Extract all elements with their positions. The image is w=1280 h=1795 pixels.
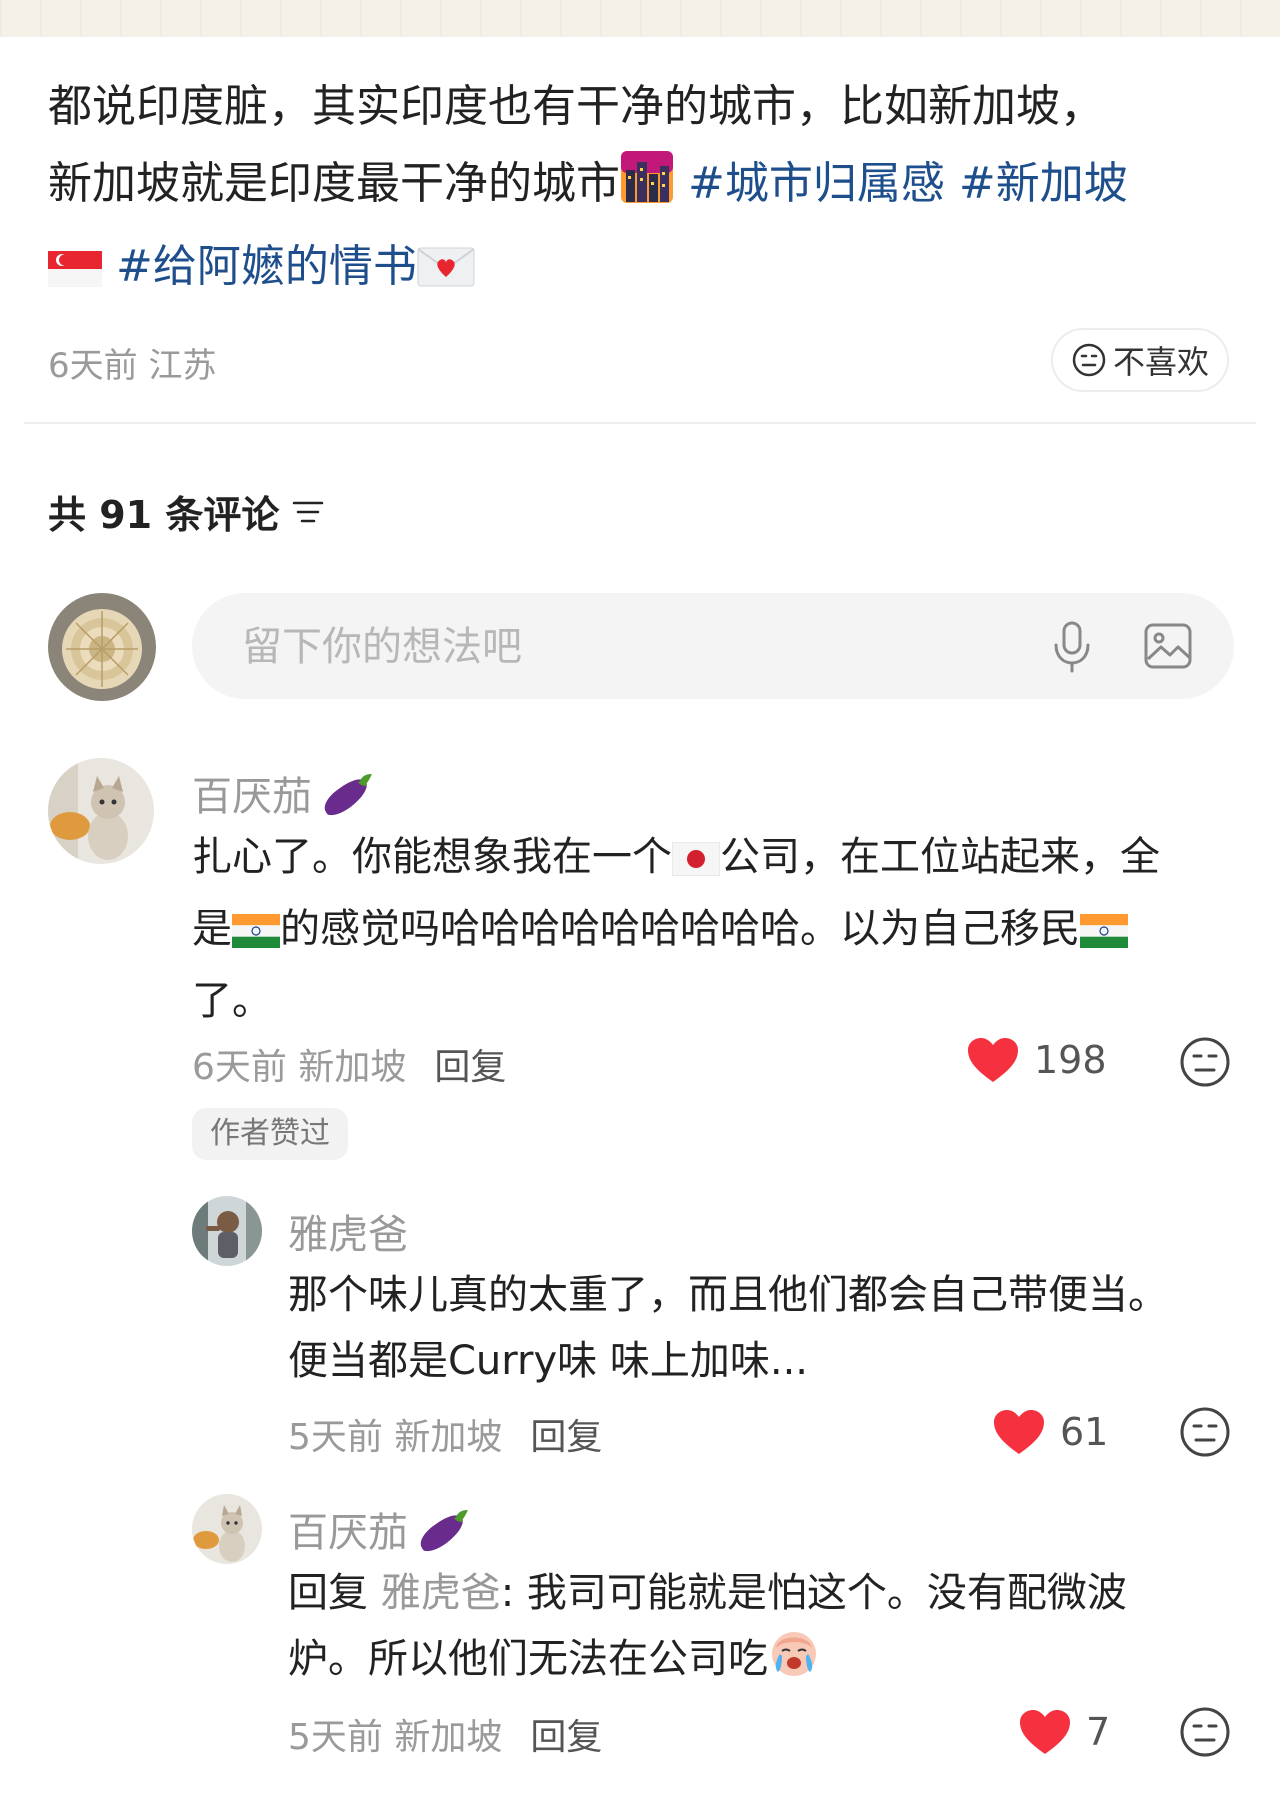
- comment-username[interactable]: 雅虎爸: [288, 1202, 408, 1260]
- dislike-label: 不喜欢: [1112, 343, 1209, 381]
- username-text: 百厌茄: [288, 1510, 408, 1556]
- comment-count-header: 共 91 条评论: [48, 484, 325, 539]
- comment-text-part: 公司，在工位站起来，全: [720, 834, 1160, 880]
- comment-text-part: 是: [192, 906, 232, 952]
- comment-text-part: 炉。所以他们无法在公司吃: [288, 1636, 768, 1682]
- post-text-line: 新加坡就是印度最干净的城市: [48, 158, 620, 209]
- comment-time-location: 6天前 新加坡: [192, 1047, 407, 1088]
- like-button[interactable]: 61: [992, 1408, 1108, 1456]
- commenter-avatar[interactable]: [192, 1494, 262, 1564]
- comment-username[interactable]: 百厌茄: [288, 1500, 472, 1558]
- username-text: 百厌茄: [192, 774, 312, 820]
- neutral-face-icon[interactable]: [1179, 1036, 1231, 1088]
- commenter-avatar[interactable]: [48, 758, 154, 864]
- heart-icon: [966, 1036, 1020, 1084]
- neutral-face-icon[interactable]: [1179, 1406, 1231, 1458]
- neutral-face-icon[interactable]: [1179, 1706, 1231, 1758]
- crying-face-icon: [768, 1626, 820, 1698]
- divider: [24, 422, 1256, 424]
- comment-meta: 5天前 新加坡 回复: [288, 1408, 602, 1460]
- comment-count-label: 共 91 条评论: [48, 493, 280, 537]
- comment-input[interactable]: [240, 593, 1004, 701]
- like-count: 61: [1060, 1410, 1109, 1454]
- reply-button[interactable]: 回复: [530, 1417, 602, 1458]
- user-avatar[interactable]: [48, 593, 156, 701]
- like-button[interactable]: 198: [966, 1036, 1107, 1084]
- like-count: 7: [1086, 1710, 1111, 1754]
- comment-meta: 6天前 新加坡 回复: [192, 1038, 506, 1090]
- japan-flag-icon: [671, 830, 721, 896]
- reply-prefix: 回复: [288, 1570, 368, 1616]
- comment-text-part: 的感觉吗哈哈哈哈哈哈哈哈哈。以为自己移民: [280, 906, 1080, 952]
- hashtag-link[interactable]: #城市归属感: [688, 158, 945, 209]
- comment-text-line: 那个味儿真的太重了，而且他们都会自己带便当。: [288, 1272, 1168, 1318]
- comment-input-box[interactable]: [192, 593, 1234, 701]
- post-text: 都说印度脏，其实印度也有干净的城市，比如新加坡， 新加坡就是印度最干净的城市 #…: [48, 68, 1238, 311]
- heart-icon: [992, 1408, 1046, 1456]
- love-letter-icon: [417, 234, 475, 311]
- dislike-button[interactable]: 不喜欢: [1051, 328, 1229, 392]
- hashtag-link[interactable]: #给阿嬷的情书: [116, 241, 417, 292]
- image-upload-icon[interactable]: [1144, 623, 1192, 673]
- like-count: 198: [1034, 1038, 1107, 1082]
- comment-text: 回复 雅虎爸: 我司可能就是怕这个。没有配微波 炉。所以他们无法在公司吃: [288, 1560, 1248, 1698]
- eggplant-icon: [320, 768, 376, 818]
- sort-icon[interactable]: [291, 497, 325, 527]
- comment-text-part: 扎心了。你能想象我在一个: [192, 834, 672, 880]
- reply-button[interactable]: 回复: [530, 1717, 602, 1758]
- india-flag-icon: [232, 902, 280, 968]
- comment-text-line: 便当都是Curry味 味上加味...: [288, 1338, 808, 1384]
- comment-text: 那个味儿真的太重了，而且他们都会自己带便当。 便当都是Curry味 味上加味..…: [288, 1262, 1248, 1394]
- eggplant-icon: [416, 1504, 472, 1554]
- neutral-face-icon: [1071, 342, 1107, 378]
- hashtag-link[interactable]: #新加坡: [959, 158, 1128, 209]
- reply-target-link[interactable]: 雅虎爸: [381, 1570, 501, 1616]
- comment-text-part: : 我司可能就是怕这个。没有配微波: [500, 1570, 1127, 1616]
- india-flag-icon: [1080, 902, 1128, 968]
- author-liked-badge: 作者赞过: [192, 1108, 348, 1160]
- comment-username[interactable]: 百厌茄: [192, 764, 376, 822]
- post-text-line: 都说印度脏，其实印度也有干净的城市，比如新加坡，: [48, 81, 1104, 132]
- top-image-strip: [0, 0, 1280, 37]
- singapore-flag-icon: [48, 234, 102, 311]
- comment-meta: 5天前 新加坡 回复: [288, 1708, 602, 1760]
- comment-text-part: 了。: [192, 978, 272, 1024]
- microphone-icon[interactable]: [1052, 621, 1092, 677]
- comment-time-location: 5天前 新加坡: [288, 1717, 503, 1758]
- comment-text: 扎心了。你能想象我在一个 公司，在工位站起来，全 是 的感觉吗哈哈哈哈哈哈哈哈哈。以…: [192, 824, 1242, 1034]
- like-button[interactable]: 7: [1018, 1708, 1110, 1756]
- commenter-avatar[interactable]: [192, 1196, 262, 1266]
- reply-button[interactable]: 回复: [434, 1047, 506, 1088]
- cityscape-dusk-icon: [620, 150, 674, 228]
- comment-time-location: 5天前 新加坡: [288, 1417, 503, 1458]
- heart-icon: [1018, 1708, 1072, 1756]
- post-meta: 6天前 江苏: [48, 346, 217, 386]
- username-text: 雅虎爸: [288, 1212, 408, 1258]
